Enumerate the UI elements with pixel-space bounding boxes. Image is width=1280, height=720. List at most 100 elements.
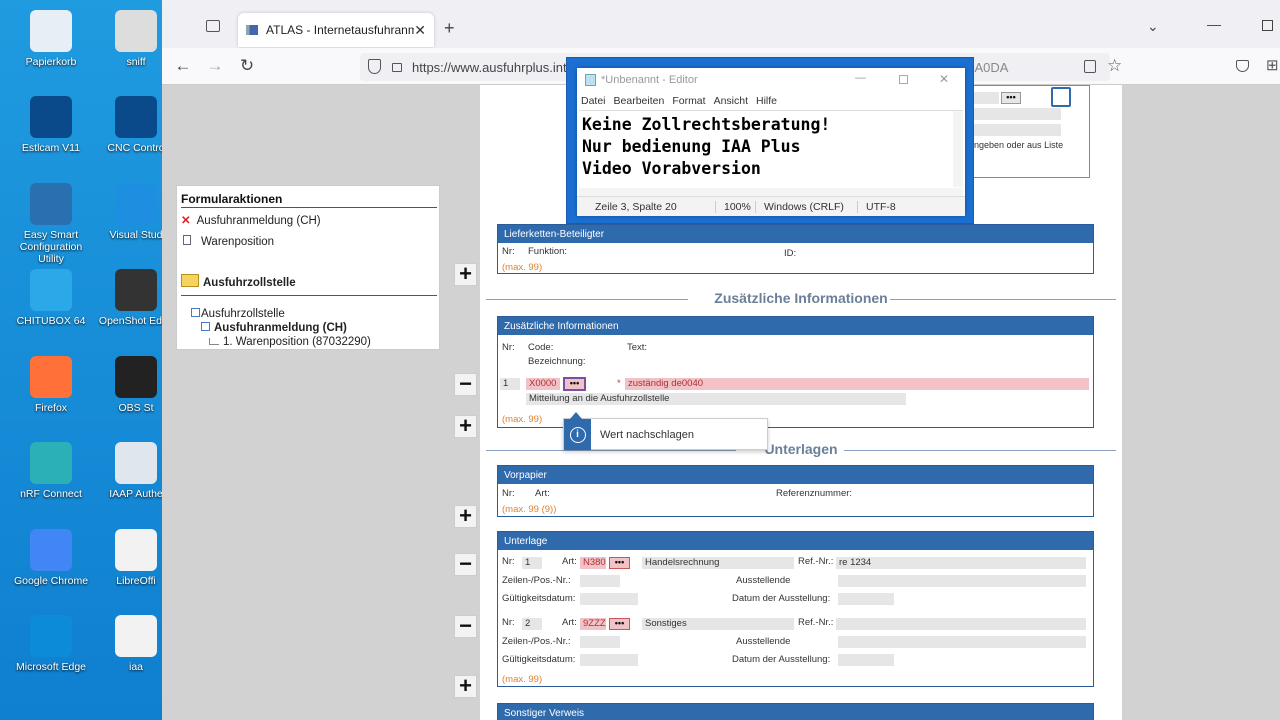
form-action-ausfuhr-label: Ausfuhranmeldung (CH) <box>196 215 321 227</box>
close-tab-icon[interactable]: ✕ <box>414 22 426 39</box>
chrome-icon <box>30 529 72 571</box>
maximize-window-icon[interactable] <box>1262 20 1273 31</box>
notepad-menu-item[interactable]: Datei <box>581 95 606 107</box>
zusatz-row-nr[interactable]: 1 <box>500 378 520 390</box>
shield-icon[interactable] <box>368 59 381 74</box>
notepad-app-icon <box>585 74 596 86</box>
desktop-icon[interactable]: Easy Smart Configuration Utility <box>8 183 94 265</box>
remove-zusatz-button[interactable]: − <box>454 373 477 396</box>
section-zusatz: Zusätzliche Informationen <box>486 290 1116 306</box>
remove-unterlage-1-button[interactable]: − <box>454 553 477 576</box>
notepad-frame: *Unbenannt - Editor — ✕ Datei Bearbeiten F… <box>577 68 965 216</box>
unterlage-aussteller-label: Ausstellende <box>736 575 791 586</box>
desktop-icon[interactable]: Firefox <box>8 356 94 414</box>
info-icon: i <box>564 419 591 450</box>
new-tab-icon[interactable]: + <box>444 18 455 39</box>
unterlage-zeilen-field[interactable] <box>580 636 620 648</box>
unterlage-datum-field[interactable] <box>838 654 894 666</box>
unterlage-art-label: Art: <box>562 617 577 628</box>
unterlage-nr-field[interactable]: 2 <box>522 618 542 630</box>
desktop-icon[interactable]: Google Chrome <box>8 529 94 587</box>
edge-icon <box>30 615 72 657</box>
save-disk-icon[interactable] <box>1051 87 1071 107</box>
zusatz-lookup-button[interactable]: ••• <box>563 377 586 391</box>
notepad-menu-item[interactable]: Hilfe <box>756 95 777 107</box>
vorpapier-card: Vorpapier Nr: Art: Referenznummer: (max.… <box>497 465 1094 517</box>
unterlage-datum-field[interactable] <box>838 593 894 605</box>
tree-minus-icon[interactable] <box>201 322 210 331</box>
tree-branch-line <box>209 338 219 345</box>
add-lieferketten-button[interactable]: + <box>454 263 477 286</box>
unterlage-ref-field[interactable] <box>836 618 1086 630</box>
unterlage-gueltig-label: Gültigkeitsdatum: <box>502 593 576 604</box>
zusatz-row-text[interactable]: zuständig de0040 <box>625 378 1089 390</box>
section-unterlagen-title: Unterlagen <box>764 441 838 457</box>
unterlage-zeilen-label: Zeilen-/Pos.-Nr.: <box>502 575 571 586</box>
notepad-titlebar[interactable]: *Unbenannt - Editor — ✕ <box>577 68 965 92</box>
notepad-close-icon[interactable]: ✕ <box>939 72 949 86</box>
zusatz-header: Zusätzliche Informationen <box>498 317 1093 335</box>
add-zusatz-button[interactable]: + <box>454 415 477 438</box>
obs-icon <box>115 356 157 398</box>
lock-icon[interactable] <box>392 63 402 72</box>
red-x-icon: ✕ <box>181 215 191 227</box>
estlcam-icon <box>30 96 72 138</box>
pocket-icon[interactable] <box>1236 60 1249 72</box>
top-lookup-button[interactable]: ••• <box>1001 92 1021 104</box>
tab-atlas[interactable]: ATLAS - Internetausfuhranmeld ✕ <box>238 13 434 47</box>
notepad-title: *Unbenannt - Editor <box>601 74 698 86</box>
unterlage-aussteller-field[interactable] <box>838 575 1086 587</box>
openshot-icon <box>115 269 157 311</box>
zusatz-text-label: Text: <box>627 342 648 353</box>
unterlage-aussteller-field[interactable] <box>838 636 1086 648</box>
tree-grandchild[interactable]: 1. Warenposition (87032290) <box>209 336 371 348</box>
tooltip-text: Wert nachschlagen <box>600 429 694 441</box>
unterlage-art-code[interactable]: N380 <box>580 557 606 569</box>
unterlage-art-code[interactable]: 9ZZZ <box>580 618 606 630</box>
notepad-maximize-icon[interactable] <box>899 75 908 84</box>
remove-unterlage-2-button[interactable]: − <box>454 615 477 638</box>
unterlage-nr-field[interactable]: 1 <box>522 557 542 569</box>
unterlage-zeilen-field[interactable] <box>580 575 620 587</box>
desktop-icon[interactable]: Microsoft Edge <box>8 615 94 673</box>
unterlage-ref-field[interactable]: re 1234 <box>836 557 1086 569</box>
reader-view-icon[interactable] <box>1084 60 1096 73</box>
unterlage-lookup-button[interactable]: ••• <box>609 618 630 630</box>
unterlage-gueltig-field[interactable] <box>580 593 638 605</box>
zusatz-row-code[interactable]: X0000 <box>526 378 560 390</box>
tree-child[interactable]: Ausfuhranmeldung (CH) <box>201 322 347 334</box>
desktop-icon[interactable]: nRF Connect <box>8 442 94 500</box>
extensions-icon[interactable]: ⊞ <box>1266 56 1279 74</box>
tab-overview-icon[interactable] <box>206 20 220 32</box>
desktop-icon[interactable]: Papierkorb <box>8 10 94 68</box>
zusatz-row-bezeichnung[interactable]: Mitteilung an die Ausfuhrzollstelle <box>526 393 906 405</box>
unterlage-gueltig-field[interactable] <box>580 654 638 666</box>
bookmark-star-icon[interactable]: ☆ <box>1107 56 1122 76</box>
form-action-warenposition[interactable]: Warenposition <box>181 235 274 248</box>
desktop-icon[interactable]: CHITUBOX 64 <box>8 269 94 327</box>
browser-window: ATLAS - Internetausfuhranmeld ✕ + ⌄ — ← … <box>162 0 1280 720</box>
notepad-menu-item[interactable]: Bearbeiten <box>614 95 665 107</box>
add-unterlage-button[interactable]: + <box>454 675 477 698</box>
notepad-text-area[interactable]: Keine Zollrechtsberatung! Nur bedienung I… <box>579 110 963 200</box>
unterlage-art-text[interactable]: Handelsrechnung <box>642 557 794 569</box>
minimize-window-icon[interactable]: — <box>1207 16 1221 32</box>
form-action-warenposition-label: Warenposition <box>201 236 275 248</box>
unterlage-art-text[interactable]: Sonstiges <box>642 618 794 630</box>
add-vorpapier-button[interactable]: + <box>454 505 477 528</box>
tree-child-label: Ausfuhranmeldung (CH) <box>214 322 347 334</box>
back-arrow-icon[interactable]: ← <box>172 56 194 76</box>
tree-minus-icon[interactable] <box>191 308 200 317</box>
notepad-menu-item[interactable]: Ansicht <box>714 95 748 107</box>
reload-icon[interactable]: ↻ <box>236 56 258 76</box>
form-action-folder[interactable]: Ausfuhrzollstelle <box>181 274 437 296</box>
forward-arrow-icon[interactable]: → <box>204 56 226 76</box>
tab-list-chevron-down-icon[interactable]: ⌄ <box>1147 18 1159 35</box>
notepad-vertical-scrollbar[interactable] <box>953 111 963 187</box>
unterlage-lookup-button[interactable]: ••• <box>609 557 630 569</box>
form-action-ausfuhr[interactable]: ✕ Ausfuhranmeldung (CH) <box>181 213 321 227</box>
desktop-icon[interactable]: Estlcam V11 <box>8 96 94 154</box>
notepad-menu-item[interactable]: Format <box>672 95 705 107</box>
tree-root[interactable]: Ausfuhrzollstelle <box>191 308 285 320</box>
notepad-minimize-icon[interactable]: — <box>855 72 866 84</box>
